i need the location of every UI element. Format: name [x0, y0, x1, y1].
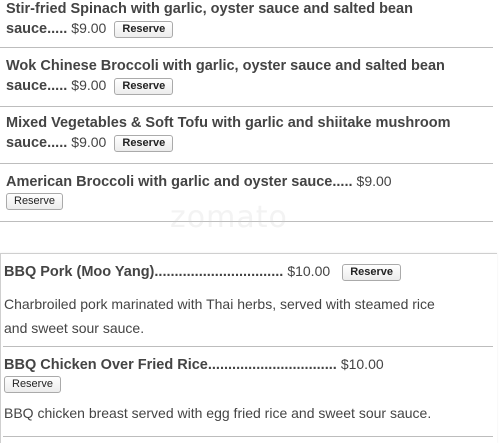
description-line: and sweet sour sauce. — [4, 320, 145, 336]
menu-item: BBQ Chicken Over Fried Rice.............… — [1, 355, 494, 425]
divider — [0, 163, 493, 164]
menu-item-description: BBQ chicken breast served with egg fried… — [4, 401, 488, 425]
menu-item-price: $9.00 — [71, 77, 107, 93]
menu-page: Stir-fried Spinach with garlic, oyster s… — [0, 0, 500, 443]
description-line: Charbroiled pork marinated with Thai her… — [4, 296, 435, 312]
menu-item-name: Wok Chinese Broccoli with garlic, oyster… — [6, 57, 494, 96]
menu-item-price: $10.00 — [287, 263, 331, 279]
divider — [0, 221, 493, 222]
divider — [0, 47, 493, 48]
menu-item-name-line: sauce..... — [6, 135, 68, 151]
menu-item-name: Mixed Vegetables & Soft Tofu with garlic… — [6, 114, 494, 153]
menu-item-name-line: Wok Chinese Broccoli with garlic, oyster… — [6, 58, 445, 74]
reserve-button[interactable]: Reserve — [114, 20, 174, 38]
divider — [3, 346, 493, 347]
menu-item: BBQ Pork (Moo Yang).....................… — [1, 262, 494, 340]
menu-item-price: $9.00 — [71, 20, 107, 36]
menu-item-name: American Broccoli with garlic and oyster… — [6, 172, 494, 192]
menu-item-price: $9.00 — [356, 173, 392, 189]
menu-item: Wok Chinese Broccoli with garlic, oyster… — [0, 57, 500, 96]
menu-item-price: $9.00 — [71, 134, 107, 150]
menu-item-name: Stir-fried Spinach with garlic, oyster s… — [6, 0, 494, 39]
menu-item-name-line: BBQ Chicken Over Fried Rice.............… — [4, 357, 337, 373]
menu-item-name-line: sauce..... — [6, 78, 68, 94]
menu-item: American Broccoli with garlic and oyster… — [0, 172, 500, 210]
menu-item-name-line: Mixed Vegetables & Soft Tofu with garlic… — [6, 115, 451, 131]
divider — [3, 436, 493, 437]
menu-item-name-line: sauce..... — [6, 21, 68, 37]
menu-item-name: BBQ Pork (Moo Yang).....................… — [4, 262, 488, 282]
description-line: BBQ chicken breast served with egg fried… — [4, 405, 432, 422]
reserve-button[interactable]: Reserve — [4, 376, 61, 393]
divider — [0, 106, 493, 107]
bbq-menu-section: BBQ Pork (Moo Yang).....................… — [0, 253, 497, 443]
menu-item-name-line: BBQ Pork (Moo Yang).....................… — [4, 264, 284, 280]
reserve-button[interactable]: Reserve — [342, 263, 402, 281]
menu-item: Stir-fried Spinach with garlic, oyster s… — [0, 0, 500, 39]
reserve-button[interactable]: Reserve — [6, 193, 63, 210]
menu-item-price: $10.00 — [340, 356, 384, 372]
menu-item-name: BBQ Chicken Over Fried Rice.............… — [4, 355, 488, 375]
menu-item-name-line: Stir-fried Spinach with garlic, oyster s… — [6, 1, 413, 17]
menu-item-description: Charbroiled pork marinated with Thai her… — [4, 292, 488, 340]
menu-item: Mixed Vegetables & Soft Tofu with garlic… — [0, 114, 500, 153]
reserve-button[interactable]: Reserve — [114, 77, 174, 95]
reserve-button[interactable]: Reserve — [114, 134, 174, 152]
menu-item-name-line: American Broccoli with garlic and oyster… — [6, 174, 353, 190]
